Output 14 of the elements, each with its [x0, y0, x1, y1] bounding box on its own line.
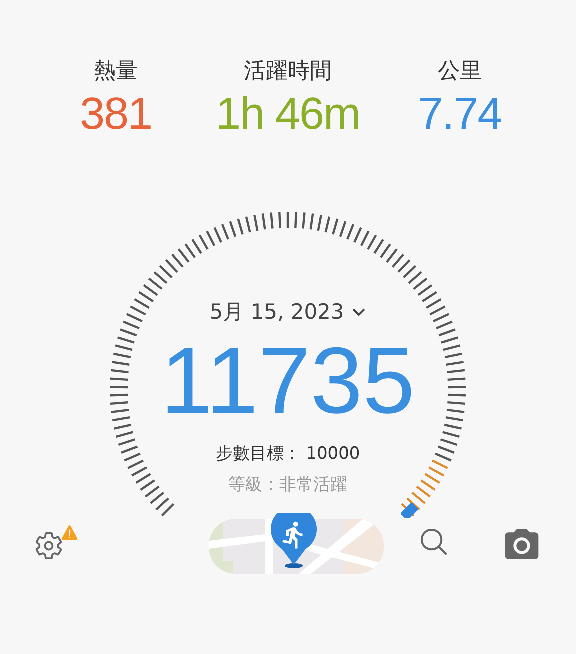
step-count: 11735: [160, 334, 416, 428]
step-goal: 步數目標： 10000: [216, 443, 360, 465]
search-icon: [418, 526, 450, 558]
chevron-down-icon: [352, 308, 366, 316]
stat-value: 381: [80, 88, 152, 140]
date-selector[interactable]: 5月 15, 2023: [210, 298, 366, 326]
progress-marker-icon: [400, 502, 419, 518]
activity-level: 等級：非常活躍: [228, 474, 348, 496]
stat-value: 1h 46m: [216, 88, 360, 140]
stat-label: 活躍時間: [244, 58, 332, 86]
runner-pin-icon: [268, 512, 318, 568]
stat-label: 公里: [438, 58, 482, 86]
stat-label: 熱量: [94, 58, 138, 86]
stat-value: 7.74: [418, 88, 502, 140]
